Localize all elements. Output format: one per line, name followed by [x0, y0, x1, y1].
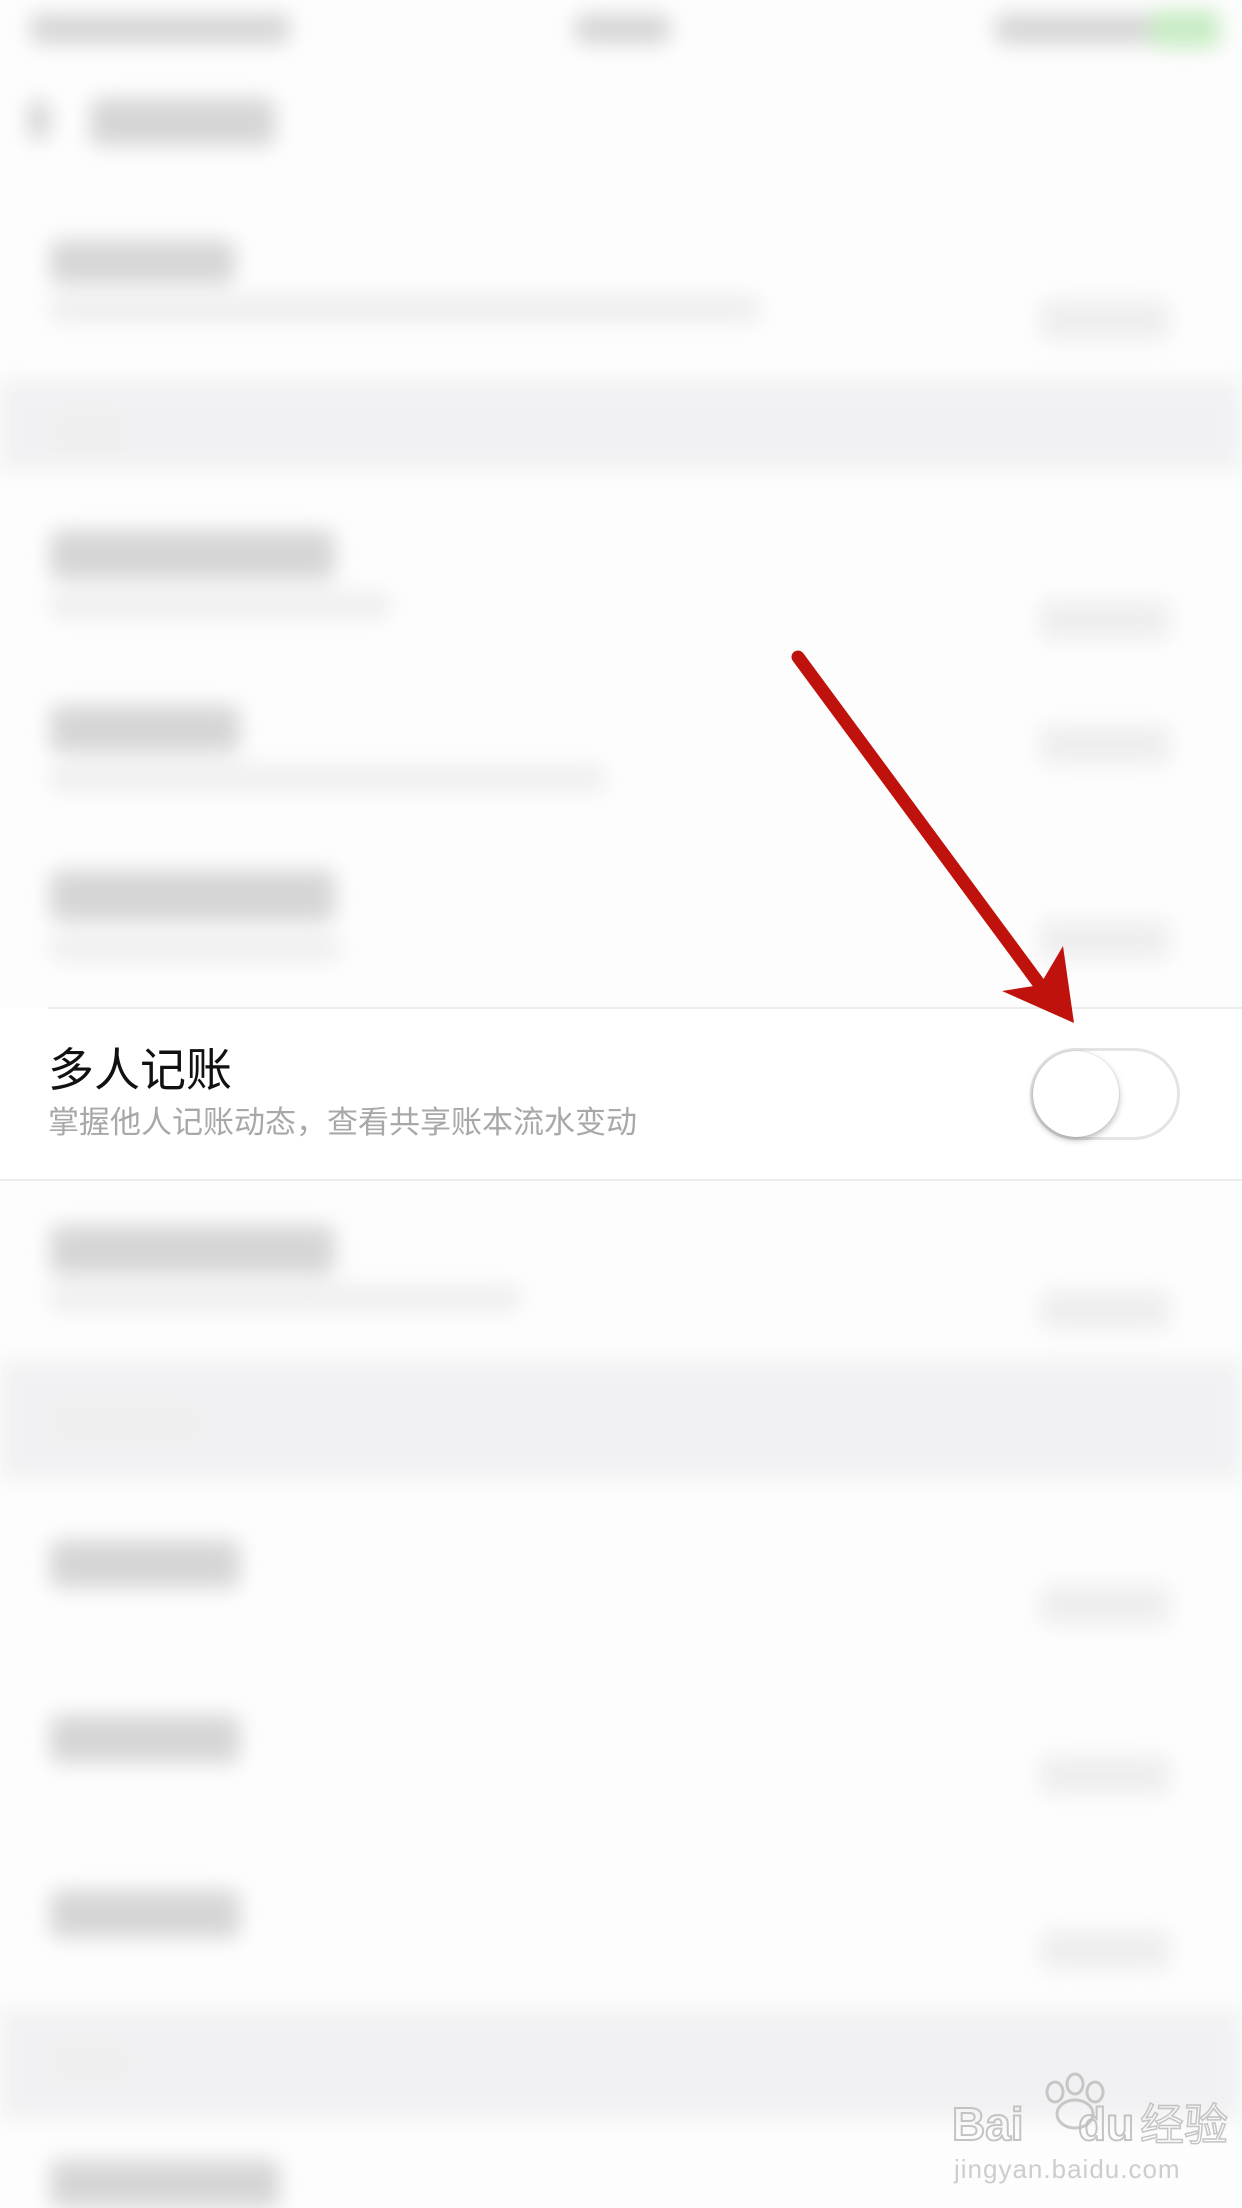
setting-description: 掌握他人记账动态，查看共享账本流水变动 [48, 1105, 637, 1141]
svg-text:经验: 经验 [1140, 2100, 1228, 2150]
watermark: Bai du 经验 jingyan.baidu.com [950, 2070, 1240, 2200]
multi-user-bookkeeping-row[interactable]: 多人记账 掌握他人记账动态，查看共享账本流水变动 [0, 1007, 1242, 1181]
row-divider-top [48, 1007, 1242, 1009]
row-divider-bottom [0, 1179, 1242, 1181]
toggle-knob [1033, 1051, 1119, 1137]
watermark-url: jingyan.baidu.com [954, 2154, 1181, 2184]
settings-screen: 多人记账 掌握他人记账动态，查看共享账本流水变动 Bai du 经验 jingy… [0, 0, 1242, 2208]
svg-text:Bai: Bai [952, 2098, 1024, 2150]
setting-title: 多人记账 [48, 1043, 232, 1097]
baidu-paw-logo-icon: Bai du 经验 [951, 2072, 1229, 2150]
svg-text:du: du [1078, 2098, 1134, 2150]
multi-user-bookkeeping-toggle[interactable] [1030, 1048, 1180, 1140]
